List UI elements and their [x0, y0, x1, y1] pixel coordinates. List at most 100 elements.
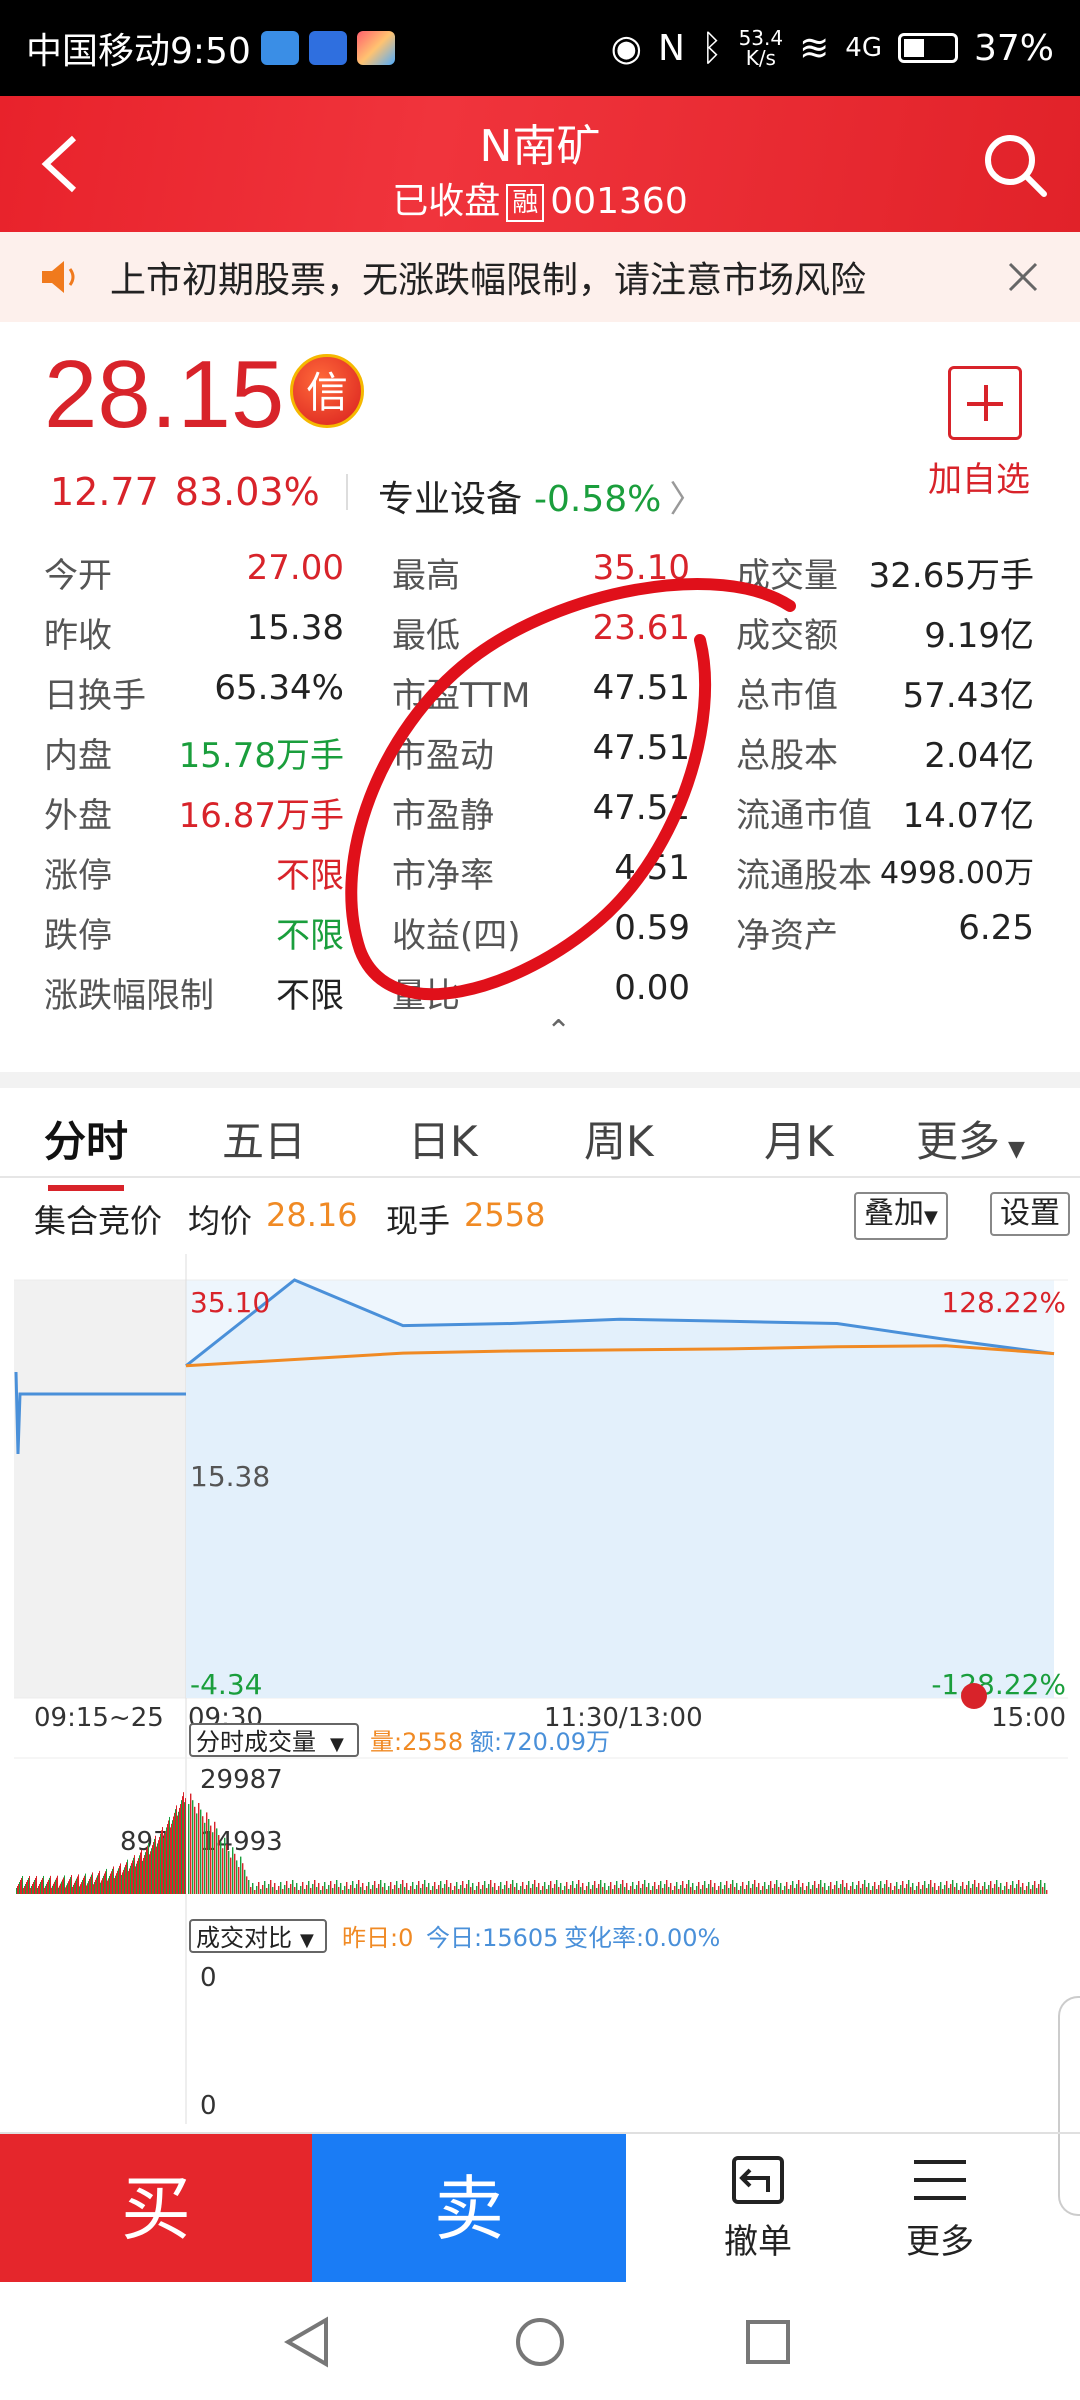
volume-bar — [476, 1886, 478, 1894]
sell-button[interactable]: 卖 — [312, 2134, 626, 2284]
volume-bar — [712, 1887, 714, 1894]
volume-bar — [958, 1890, 960, 1894]
volume-bar — [27, 1879, 28, 1894]
compare-bottom-label: 0 — [200, 2091, 217, 2121]
volume-bar — [448, 1887, 450, 1894]
buy-button[interactable]: 买 — [0, 2134, 312, 2284]
volume-bar — [952, 1880, 954, 1894]
tab-intraday[interactable]: 分时 — [44, 1108, 128, 1191]
add-watchlist-label[interactable]: 加自选 — [928, 452, 1030, 501]
volume-bar — [85, 1873, 86, 1894]
volume-bar — [634, 1889, 636, 1894]
volume-bar — [554, 1884, 556, 1894]
volume-bar — [838, 1888, 840, 1894]
nav-back-icon[interactable] — [282, 2316, 332, 2368]
stock-header: N南矿 已收盘融 001360 — [0, 96, 1080, 232]
volume-bar — [648, 1883, 650, 1894]
volume-bar — [230, 1857, 232, 1894]
stat-label: 收益(四) — [392, 916, 521, 956]
add-watchlist-button[interactable] — [948, 366, 1022, 440]
volume-bar — [290, 1884, 292, 1894]
sector-link[interactable]: 专业设备 -0.58% 〉 — [378, 470, 705, 522]
volume-bar — [590, 1889, 592, 1894]
volume-bar — [656, 1889, 658, 1894]
volume-bar — [169, 1816, 170, 1894]
volume-max-label: 29987 — [200, 1765, 283, 1795]
stat-label: 量比 — [392, 976, 460, 1016]
close-icon[interactable] — [1006, 260, 1040, 294]
volume-bar — [608, 1886, 610, 1894]
volume-bar — [153, 1842, 154, 1894]
tab-daily-k[interactable]: 日K — [408, 1108, 478, 1169]
stat-label: 今开 — [44, 556, 112, 596]
volume-bar — [542, 1886, 544, 1894]
nav-home-icon[interactable] — [514, 2316, 566, 2368]
nav-recents-icon[interactable] — [744, 2318, 792, 2366]
volume-bar — [620, 1884, 622, 1894]
overlay-button[interactable]: 叠加▼ — [854, 1192, 948, 1240]
volume-bar — [142, 1860, 143, 1894]
volume-bar — [552, 1888, 554, 1894]
stat-label: 流通市值 — [736, 796, 872, 836]
volume-bar — [546, 1889, 548, 1894]
volume-bar — [996, 1880, 998, 1894]
volume-bar — [94, 1882, 95, 1894]
intraday-chart[interactable]: 35.10 15.38 -4.34 128.22% -128.22% 09:15… — [14, 1254, 1068, 2124]
volume-bar — [868, 1883, 870, 1894]
volume-bar — [19, 1882, 20, 1894]
volume-bar — [35, 1877, 36, 1894]
volume-bar — [362, 1883, 364, 1894]
volume-bar — [286, 1881, 288, 1894]
volume-bar — [782, 1890, 784, 1894]
volume-bar — [51, 1887, 52, 1894]
volume-bar — [322, 1886, 324, 1894]
collapse-chevron-icon[interactable]: ⌃ — [546, 1014, 571, 1049]
credit-badge[interactable]: 信 — [290, 354, 364, 428]
tab-monthly-k[interactable]: 月K — [764, 1108, 834, 1169]
search-icon[interactable] — [980, 130, 1050, 200]
volume-bar — [143, 1857, 144, 1894]
volume-bar — [125, 1864, 126, 1894]
volume-bar — [117, 1870, 118, 1894]
volume-bar — [1004, 1886, 1006, 1894]
volume-bar — [260, 1889, 262, 1894]
volume-bar — [294, 1887, 296, 1894]
stat-label: 涨跌幅限制 — [44, 976, 214, 1016]
volume-bar — [616, 1881, 618, 1894]
volume-bar — [123, 1869, 124, 1894]
settings-button[interactable]: 设置 — [990, 1192, 1070, 1236]
volume-bar — [984, 1882, 986, 1894]
volume-bar — [89, 1878, 90, 1894]
volume-bar — [141, 1849, 142, 1894]
cancel-order-button[interactable]: 撤单 — [698, 2152, 818, 2263]
volume-bar — [75, 1880, 76, 1894]
stat-value: 0.59 — [614, 908, 690, 948]
volume-bar — [670, 1883, 672, 1894]
volume-bar — [1006, 1882, 1008, 1894]
volume-bar — [1016, 1884, 1018, 1894]
volume-bar — [112, 1868, 113, 1894]
volume-bar — [242, 1863, 244, 1894]
tab-weekly-k[interactable]: 周K — [584, 1108, 654, 1169]
time-label-auction: 09:15~25 — [34, 1703, 164, 1733]
tab-five-day[interactable]: 五日 — [222, 1108, 306, 1169]
volume-bar — [46, 1883, 47, 1894]
colorful-app-icon — [356, 31, 395, 65]
volume-bar — [802, 1883, 804, 1894]
volume-value: 量:2558 — [370, 1728, 463, 1756]
volume-bar — [964, 1889, 966, 1894]
wifi-icon: ≋ — [799, 27, 830, 69]
volume-bar — [68, 1881, 69, 1894]
volume-bar — [42, 1877, 43, 1894]
stat-value: 47.51 — [592, 788, 690, 828]
volume-bar — [20, 1880, 21, 1894]
stat-value: 15.38 — [246, 608, 344, 648]
volume-bar — [400, 1884, 402, 1894]
more-button[interactable]: 更多 — [880, 2152, 1000, 2263]
volume-bar — [840, 1884, 842, 1894]
volume-bar — [66, 1885, 67, 1894]
volume-bar — [188, 1804, 190, 1894]
tab-more[interactable]: 更多 ▼ — [916, 1108, 1025, 1169]
volume-bar — [226, 1844, 228, 1894]
volume-bar — [980, 1890, 982, 1894]
